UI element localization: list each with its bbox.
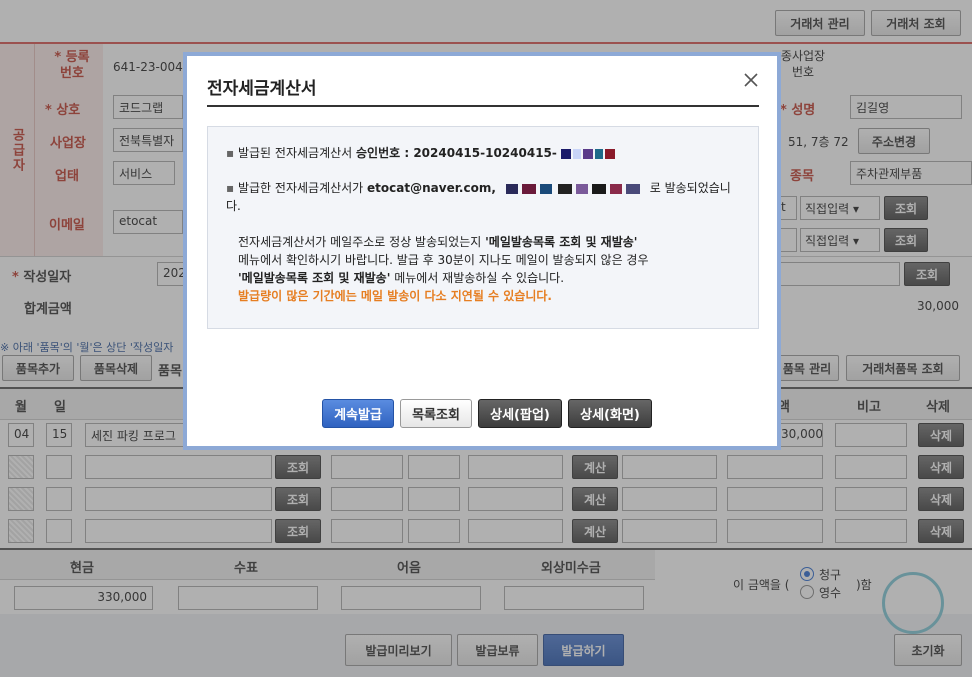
modal-message-box: ▪ 발급된 전자세금계산서 승인번호 : 20240415-10240415- …	[207, 126, 759, 329]
approval-line: ▪ 발급된 전자세금계산서 승인번호 : 20240415-10240415-	[226, 144, 623, 162]
detail-popup-button[interactable]: 상세(팝업)	[478, 399, 562, 428]
modal-title: 전자세금계산서	[207, 79, 317, 99]
modal-title-divider	[207, 105, 759, 107]
detail-screen-button[interactable]: 상세(화면)	[568, 399, 652, 428]
list-lookup-button[interactable]: 목록조회	[400, 399, 472, 428]
resend-guide: 전자세금계산서가 메일주소로 정상 발송되었는지 '메일발송목록 조회 및 재발…	[238, 233, 748, 305]
close-icon[interactable]	[741, 70, 761, 90]
delay-warning: 발급량이 많은 기간에는 메일 발송이 다소 지연될 수 있습니다.	[238, 289, 552, 303]
redacted-mark	[505, 183, 640, 194]
continue-issue-button[interactable]: 계속발급	[322, 399, 394, 428]
tax-invoice-modal: 전자세금계산서 ▪ 발급된 전자세금계산서 승인번호 : 20240415-10…	[183, 52, 781, 450]
email-sent-line: ▪ 발급한 전자세금계산서가 etocat@naver.com, 로 발송되었습…	[226, 181, 731, 213]
redacted-mark	[560, 148, 615, 159]
